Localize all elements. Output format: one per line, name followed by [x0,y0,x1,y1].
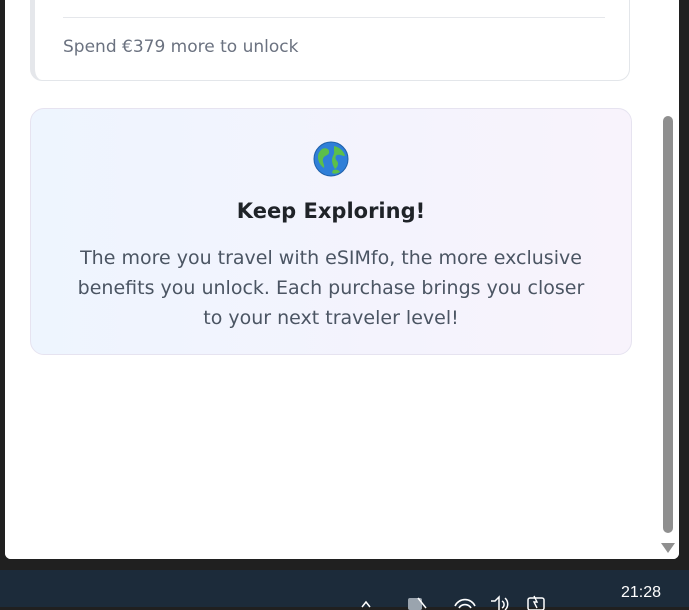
page-content[interactable]: Spend €379 more to unlock Keep Exploring… [5,0,656,559]
tier-divider [63,17,605,18]
globe-icon [313,141,349,177]
browser-window: Spend €379 more to unlock Keep Exploring… [5,0,679,559]
battery-icon[interactable] [525,594,549,610]
keep-exploring-title: Keep Exploring! [236,199,426,223]
clock-time[interactable]: 21:28 [621,584,661,602]
taskbar: 21:28 [0,570,689,610]
wifi-icon[interactable] [453,594,477,610]
chevron-up-icon[interactable] [361,599,371,609]
tier-progress-text: Spend €379 more to unlock [63,37,299,57]
next-tier-card: Spend €379 more to unlock [30,0,630,81]
keep-exploring-card: Keep Exploring! The more you travel with… [30,108,632,355]
volume-icon[interactable] [488,594,512,610]
vertical-scrollbar[interactable] [656,0,679,559]
scrollbar-thumb[interactable] [663,116,673,533]
scroll-down-arrow-icon[interactable] [661,543,675,553]
network-disconnected-icon[interactable] [404,594,428,610]
keep-exploring-description: The more you travel with eSIMfo, the mor… [77,247,585,329]
